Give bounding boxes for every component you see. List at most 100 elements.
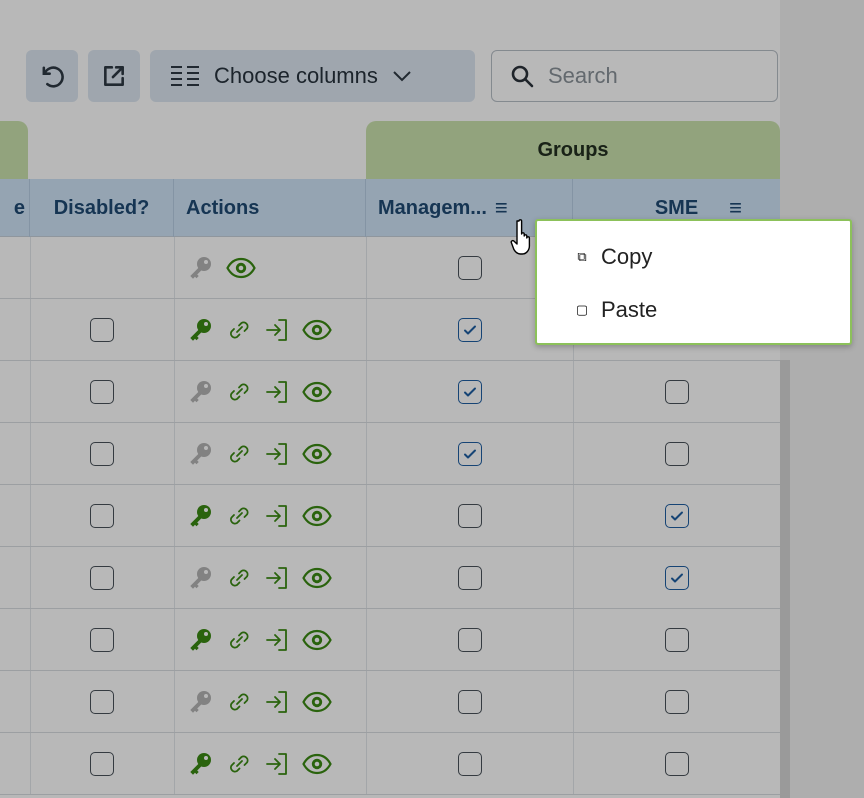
key-icon[interactable]: [188, 751, 214, 777]
key-icon[interactable]: [188, 689, 214, 715]
login-icon[interactable]: [264, 379, 290, 405]
eye-icon[interactable]: [302, 381, 332, 403]
disabled-checkbox[interactable]: [90, 380, 114, 404]
login-icon[interactable]: [264, 441, 290, 467]
management-checkbox[interactable]: [457, 690, 482, 714]
link-icon[interactable]: [226, 751, 252, 777]
table-toolbar: Choose columns: [0, 0, 790, 115]
management-checkbox[interactable]: [457, 504, 482, 528]
management-checkbox[interactable]: [457, 256, 482, 280]
login-icon[interactable]: [264, 751, 290, 777]
management-checkbox[interactable]: [457, 442, 482, 466]
key-icon[interactable]: [188, 503, 214, 529]
menu-item-paste-label: Paste: [601, 297, 658, 322]
search-box[interactable]: [491, 50, 778, 102]
undo-button[interactable]: [26, 50, 78, 102]
table-row: [0, 609, 780, 671]
sme-checkbox[interactable]: [664, 442, 689, 466]
hand-pointer-icon: [510, 219, 531, 255]
link-icon[interactable]: [226, 503, 252, 529]
cell-actions: [174, 299, 366, 361]
choose-columns-label: Choose columns: [214, 63, 378, 88]
disabled-checkbox[interactable]: [90, 752, 114, 776]
export-button[interactable]: [88, 50, 140, 102]
sme-checkbox[interactable]: [664, 690, 689, 714]
sme-checkbox[interactable]: [664, 380, 689, 404]
column-header-disabled[interactable]: Disabled?: [30, 179, 174, 237]
link-icon[interactable]: [226, 627, 252, 653]
table-row: [0, 361, 780, 423]
cell-management: [366, 361, 573, 423]
link-icon[interactable]: [226, 317, 252, 343]
cell-actions: [174, 485, 366, 547]
management-checkbox[interactable]: [457, 566, 482, 590]
group-header-row: Groups: [0, 121, 780, 179]
key-icon[interactable]: [188, 317, 214, 343]
paste-icon: ▢: [575, 302, 589, 317]
menu-item-paste[interactable]: ▢ Paste: [575, 293, 657, 327]
disabled-checkbox[interactable]: [90, 442, 114, 466]
key-icon[interactable]: [188, 379, 214, 405]
eye-icon[interactable]: [302, 319, 332, 341]
eye-icon[interactable]: [302, 753, 332, 775]
column-header-partial[interactable]: e: [0, 179, 30, 237]
management-checkbox[interactable]: [457, 380, 482, 404]
disabled-checkbox[interactable]: [90, 504, 114, 528]
undo-icon: [42, 66, 64, 88]
sme-checkbox[interactable]: [664, 504, 689, 528]
group-header-previous: [0, 121, 28, 179]
disabled-checkbox[interactable]: [90, 628, 114, 652]
column-menu-icon[interactable]: ≡: [495, 195, 508, 221]
cell-management: [366, 671, 573, 733]
key-icon[interactable]: [188, 441, 214, 467]
eye-icon[interactable]: [302, 505, 332, 527]
sme-checkbox[interactable]: [664, 566, 689, 590]
disabled-checkbox[interactable]: [90, 318, 114, 342]
table-row: [0, 671, 780, 733]
login-icon[interactable]: [264, 627, 290, 653]
key-icon[interactable]: [188, 627, 214, 653]
columns-icon: [171, 66, 199, 86]
key-icon[interactable]: [188, 565, 214, 591]
column-header-sme-label: SME: [654, 196, 699, 219]
eye-icon[interactable]: [302, 629, 332, 651]
cell-sme: [573, 423, 780, 485]
link-icon[interactable]: [226, 379, 252, 405]
eye-icon[interactable]: [302, 567, 332, 589]
cell-actions: [174, 671, 366, 733]
login-icon[interactable]: [264, 317, 290, 343]
login-icon[interactable]: [264, 565, 290, 591]
cell-sme: [573, 609, 780, 671]
login-icon[interactable]: [264, 503, 290, 529]
cell-disabled: [30, 547, 174, 609]
column-header-actions[interactable]: Actions: [174, 179, 366, 237]
sme-checkbox[interactable]: [664, 628, 689, 652]
menu-item-copy[interactable]: ⧉ Copy: [575, 240, 652, 274]
vertical-scrollbar[interactable]: [780, 360, 790, 798]
table-row: [0, 485, 780, 547]
eye-icon[interactable]: [302, 443, 332, 465]
eye-icon[interactable]: [302, 691, 332, 713]
management-checkbox[interactable]: [457, 628, 482, 652]
management-checkbox[interactable]: [457, 318, 482, 342]
disabled-checkbox[interactable]: [90, 566, 114, 590]
cell-management: [366, 609, 573, 671]
link-icon[interactable]: [226, 441, 252, 467]
cell-disabled: [30, 671, 174, 733]
eye-icon[interactable]: [226, 257, 256, 279]
menu-item-copy-label: Copy: [601, 244, 653, 269]
checkmark-icon: [670, 573, 683, 583]
key-icon[interactable]: [188, 255, 214, 281]
chevron-down-icon: [393, 71, 411, 82]
choose-columns-button[interactable]: Choose columns: [150, 50, 475, 102]
disabled-checkbox[interactable]: [90, 690, 114, 714]
search-input[interactable]: [548, 63, 748, 89]
sme-checkbox[interactable]: [664, 752, 689, 776]
management-checkbox[interactable]: [457, 752, 482, 776]
column-menu-icon[interactable]: ≡: [729, 195, 742, 221]
cell-disabled: [30, 299, 174, 361]
login-icon[interactable]: [264, 689, 290, 715]
link-icon[interactable]: [226, 565, 252, 591]
link-icon[interactable]: [226, 689, 252, 715]
copy-icon: ⧉: [577, 249, 587, 264]
